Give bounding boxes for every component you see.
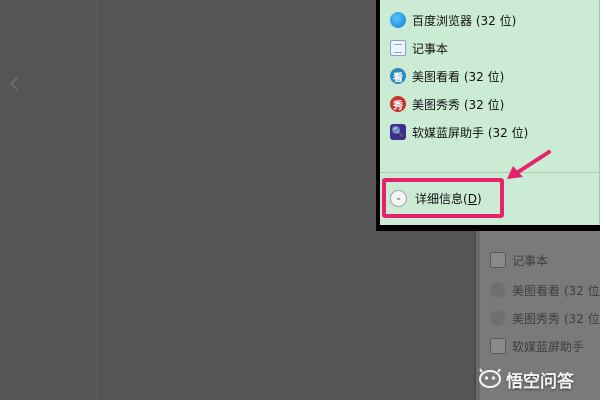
meitu-xiuxiu-icon: 秀 [390, 96, 406, 112]
details-highlight-box: ⌄ 详细信息(D) [382, 178, 504, 218]
ruanmei-bluescreen-icon: 🔍 [390, 124, 406, 140]
watermark-text: 悟空问答 [506, 371, 574, 392]
background-list-item: 记事本 [490, 248, 548, 272]
list-item-baidu-browser[interactable]: 百度浏览器 (32 位) [390, 9, 590, 31]
more-details-button[interactable]: ⌄ 详细信息(D) [390, 186, 482, 210]
background-divider [96, 0, 97, 400]
chevron-down-icon[interactable]: ⌄ [390, 189, 407, 207]
list-item-label: 记事本 [412, 41, 449, 56]
list-item-ruanmei-bluescreen[interactable]: 🔍 软媒蓝屏助手 (32 位) [390, 121, 590, 143]
list-item-notepad[interactable]: 记事本 [390, 37, 590, 59]
annotation-arrow-icon [507, 150, 551, 179]
list-item-label: 软媒蓝屏助手 (32 位) [412, 125, 529, 140]
baidu-browser-icon [390, 12, 406, 28]
list-item-label: 美图看看 (32 位) [412, 69, 505, 84]
more-details-label: 详细信息(D) [415, 190, 482, 207]
watermark: 悟空问答 [478, 366, 574, 392]
meitu-kankan-icon: 看 [390, 68, 406, 84]
background-list-item: 软媒蓝屏助手 [490, 334, 584, 358]
list-item-meitu-xiuxiu[interactable]: 秀 美图秀秀 (32 位) [390, 93, 590, 115]
notepad-icon [390, 40, 406, 56]
list-item-meitu-kankan[interactable]: 看 美图看看 (32 位) [390, 65, 590, 87]
background-list-item: 美图看看 (32 位 [490, 278, 600, 302]
more-details-suffix: ) [476, 191, 482, 206]
wukong-logo-icon [479, 368, 501, 388]
meitu-xiuxiu-icon [490, 310, 506, 326]
back-chevron-icon[interactable]: ‹ [4, 64, 24, 100]
meitu-kankan-icon [490, 282, 506, 298]
list-item-label: 百度浏览器 (32 位) [412, 13, 517, 28]
background-list-item-label: 美图秀秀 (32 位 [512, 311, 600, 326]
background-list-item-label: 记事本 [512, 253, 549, 268]
more-details-text: 详细信息( [415, 191, 468, 206]
list-separator [380, 172, 600, 173]
list-item-label: 美图秀秀 (32 位) [412, 97, 505, 112]
background-list-item-label: 美图看看 (32 位 [512, 283, 600, 298]
background-list-item: 美图秀秀 (32 位 [490, 306, 600, 330]
background-list-item-label: 软媒蓝屏助手 [512, 339, 585, 354]
more-details-accelerator: D [467, 191, 477, 206]
ruanmei-bluescreen-icon [490, 338, 506, 354]
notepad-icon [490, 252, 506, 268]
